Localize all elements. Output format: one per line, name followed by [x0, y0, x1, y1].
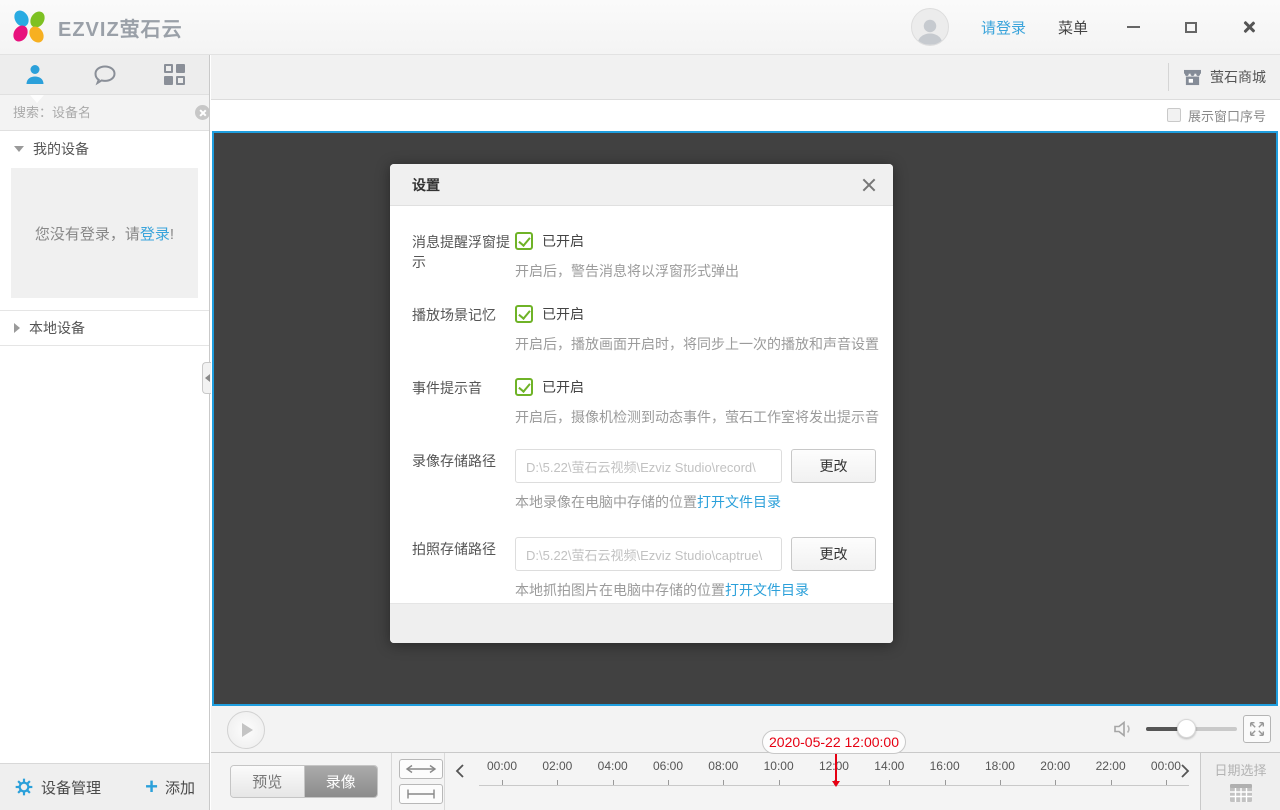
tab-preview[interactable]: 预览 — [231, 766, 305, 797]
main-content: 萤石商城 展示窗口序号 设置 消息提醒浮窗提示 — [211, 55, 1280, 810]
sidebar-footer: 设备管理 + 添加 — [0, 763, 209, 810]
playhead-timestamp: 2020-05-22 12:00:00 — [762, 730, 906, 754]
setting-row-record-path: 录像存储路径 更改 本地录像在电脑中存储的位置打开文件目录 — [412, 449, 893, 512]
ezviz-store-button[interactable]: 萤石商城 — [1168, 63, 1280, 91]
person-silhouette-icon — [915, 17, 945, 45]
plus-icon: + — [145, 776, 158, 798]
video-display-area[interactable]: 设置 消息提醒浮窗提示 已开启 开启后，警告消息将以浮窗形式弹出 — [212, 131, 1278, 706]
settings-dialog: 设置 消息提醒浮窗提示 已开启 开启后，警告消息将以浮窗形式弹出 — [390, 164, 893, 643]
view-mode-tabs: 预览 录像 — [230, 765, 378, 798]
playback-control-bar: 2020-05-22 12:00:00 — [211, 706, 1280, 752]
fullscreen-icon — [1248, 720, 1266, 738]
sidebar-collapse-handle[interactable] — [202, 362, 211, 394]
dialog-footer — [390, 603, 893, 643]
ezviz-app-window: EZVIZ萤石云 请登录 菜单 — [0, 0, 1280, 810]
minimize-icon — [1127, 26, 1140, 28]
store-toolbar: 萤石商城 — [211, 55, 1280, 100]
timeline-prev-button[interactable] — [449, 758, 471, 784]
timeline-zoom-out-button[interactable] — [399, 759, 443, 779]
timeline-next-button[interactable] — [1174, 758, 1196, 784]
event-sound-checkbox[interactable] — [515, 378, 533, 396]
capture-path-input[interactable] — [515, 537, 782, 571]
show-window-number-label: 展示窗口序号 — [1188, 106, 1266, 125]
chevron-down-icon — [14, 146, 24, 152]
clear-search-icon[interactable] — [195, 105, 210, 120]
sidebar: 我的设备 您没有登录，请登录! 本地设备 设备管理 — [0, 55, 210, 810]
active-tab-caret — [30, 95, 44, 103]
close-button[interactable] — [1236, 14, 1262, 40]
app-title: EZVIZ萤石云 — [58, 13, 183, 42]
gear-icon — [14, 777, 34, 797]
sidebar-item-my-devices[interactable]: 我的设备 — [0, 131, 209, 167]
date-select-panel: 日期选择 — [1200, 753, 1280, 810]
maximize-icon — [1185, 22, 1197, 33]
login-notice-link[interactable]: 登录 — [140, 226, 170, 243]
store-icon — [1183, 69, 1202, 86]
dialog-close-icon[interactable] — [861, 177, 877, 193]
window-number-bar: 展示窗口序号 — [211, 100, 1280, 130]
avatar[interactable] — [911, 8, 949, 46]
app-logo: EZVIZ萤石云 — [14, 11, 183, 43]
play-button[interactable] — [227, 711, 265, 749]
date-select-label: 日期选择 — [1214, 760, 1266, 779]
message-popup-checkbox[interactable] — [515, 232, 533, 250]
chevron-left-icon — [455, 763, 465, 779]
timeline-playhead[interactable] — [835, 754, 837, 781]
tab-playback[interactable]: 录像 — [305, 766, 378, 797]
menu-button[interactable]: 菜单 — [1058, 17, 1088, 38]
capture-path-change-button[interactable]: 更改 — [791, 537, 876, 571]
collapse-arrow-icon — [205, 374, 210, 382]
expand-range-icon — [405, 764, 437, 774]
fullscreen-button[interactable] — [1243, 715, 1271, 743]
setting-row-event-sound: 事件提示音 已开启 开启后，摄像机检测到动态事件，萤石工作室将发出提示音 — [412, 376, 893, 427]
close-icon — [1242, 20, 1256, 34]
login-button[interactable]: 请登录 — [981, 17, 1026, 38]
sidebar-tabs — [0, 55, 209, 95]
open-record-folder-link[interactable]: 打开文件目录 — [697, 494, 781, 510]
setting-row-scene-memory: 播放场景记忆 已开启 开启后，播放画面开启时，将同步上一次的播放和声音设置 — [412, 303, 893, 354]
ezviz-logo-icon — [14, 11, 46, 43]
device-manage-button[interactable]: 设备管理 — [14, 777, 101, 798]
chevron-right-icon — [1180, 763, 1190, 779]
compress-range-icon — [405, 789, 437, 799]
play-icon — [242, 723, 253, 737]
person-icon — [23, 63, 47, 87]
titlebar: EZVIZ萤石云 请登录 菜单 — [0, 0, 1280, 55]
scene-memory-checkbox[interactable] — [515, 305, 533, 323]
dialog-title: 设置 — [412, 175, 440, 195]
timeline-bar: 预览 录像 00:00 02:00 04:00 — [211, 752, 1280, 810]
show-window-number-checkbox[interactable] — [1167, 108, 1181, 122]
timeline-zoom-in-button[interactable] — [399, 784, 443, 804]
login-notice: 您没有登录，请登录! — [35, 223, 174, 244]
volume-slider-thumb[interactable] — [1177, 719, 1196, 738]
record-path-change-button[interactable]: 更改 — [791, 449, 876, 483]
tab-messages[interactable] — [70, 55, 140, 94]
grid-icon — [164, 64, 185, 85]
tab-devices[interactable] — [0, 55, 70, 94]
record-path-input[interactable] — [515, 449, 782, 483]
settings-dialog-header: 设置 — [390, 164, 893, 206]
minimize-button[interactable] — [1120, 14, 1146, 40]
setting-row-message-popup: 消息提醒浮窗提示 已开启 开启后，警告消息将以浮窗形式弹出 — [412, 230, 893, 281]
chevron-right-icon — [14, 323, 20, 333]
calendar-icon[interactable] — [1229, 783, 1253, 803]
speaker-icon[interactable] — [1113, 719, 1135, 739]
add-device-button[interactable]: + 添加 — [145, 776, 195, 798]
chat-bubble-icon — [92, 63, 118, 87]
maximize-button[interactable] — [1178, 14, 1204, 40]
setting-row-capture-path: 拍照存储路径 更改 本地抓拍图片在电脑中存储的位置打开文件目录 — [412, 537, 893, 600]
sidebar-item-local-devices[interactable]: 本地设备 — [0, 310, 209, 346]
login-notice-panel: 您没有登录，请登录! — [11, 168, 198, 298]
tab-layout[interactable] — [139, 55, 209, 94]
open-capture-folder-link[interactable]: 打开文件目录 — [725, 582, 809, 598]
